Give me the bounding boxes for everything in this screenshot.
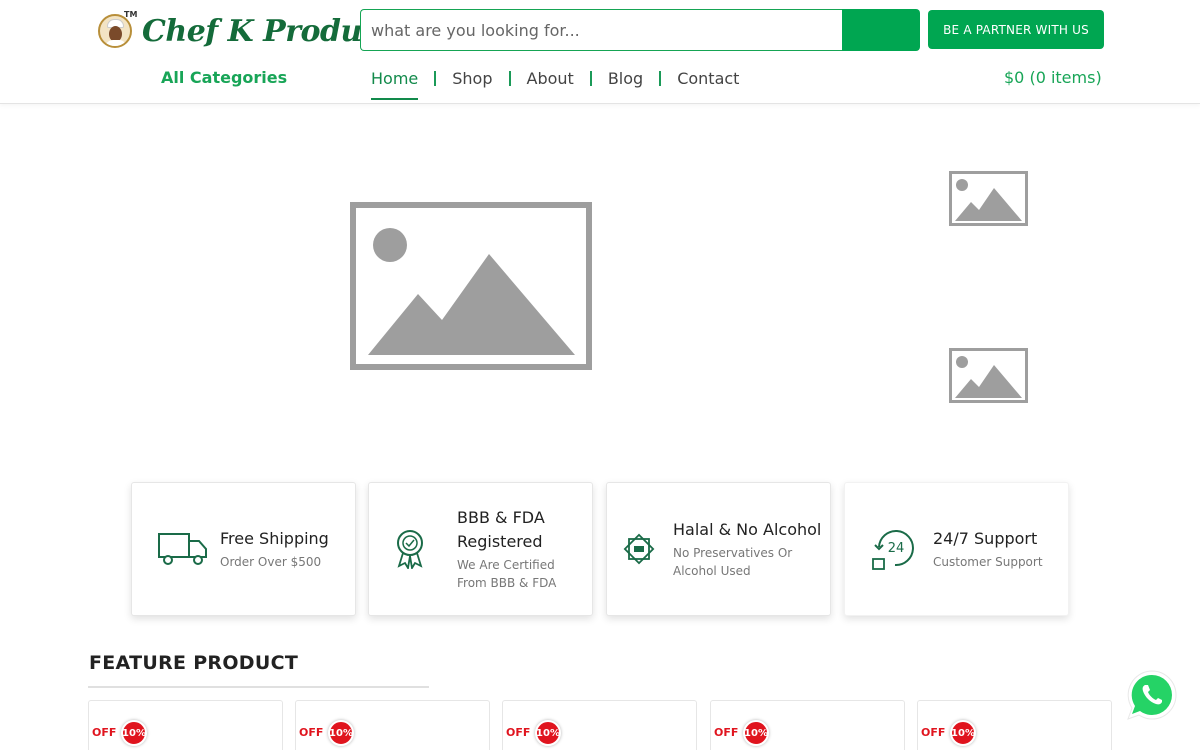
nav-divider	[659, 70, 662, 86]
nav-divider	[434, 70, 437, 86]
nav-home[interactable]: Home	[371, 69, 419, 100]
search-button[interactable]	[842, 9, 920, 51]
off-label: OFF	[921, 726, 946, 739]
site-header: TM Chef K Product BE A PARTNER WITH US A…	[0, 0, 1200, 104]
cart-summary[interactable]: $0 (0 items)	[1004, 68, 1102, 87]
feature-card-halal: Halal & No Alcohol No Preservatives Or A…	[606, 482, 831, 616]
whatsapp-chat-button[interactable]	[1125, 668, 1179, 722]
side-banner-image-top[interactable]	[949, 171, 1028, 226]
halal-badge-icon	[623, 533, 673, 565]
brand-logo[interactable]: TM Chef K Product	[98, 10, 393, 50]
feature-card-shipping: Free Shipping Order Over $500	[131, 482, 356, 616]
discount-badge: 10%	[743, 720, 769, 746]
section-title: FEATURE PRODUCT	[89, 652, 299, 674]
feature-subtitle: No Preservatives Or Alcohol Used	[673, 546, 793, 578]
nav-contact[interactable]: Contact	[677, 69, 739, 88]
whatsapp-icon	[1127, 670, 1177, 720]
nav-about[interactable]: About	[527, 69, 574, 88]
side-banner-image-bottom[interactable]	[949, 348, 1028, 403]
chef-mascot-icon	[98, 14, 132, 48]
feature-title: BBB & FDA Registered	[457, 508, 545, 551]
section-divider	[88, 686, 429, 688]
all-categories-link[interactable]: All Categories	[161, 68, 287, 87]
feature-subtitle: Customer Support	[933, 555, 1043, 569]
discount-badge: 10%	[328, 720, 354, 746]
discount-badge: 10%	[535, 720, 561, 746]
feature-card-support: 24 24/7 Support Customer Support	[844, 482, 1069, 616]
nav-divider	[508, 70, 511, 86]
certified-ribbon-icon	[395, 529, 445, 569]
svg-text:24: 24	[888, 541, 905, 556]
discount-badge: 10%	[121, 720, 147, 746]
feature-subtitle: Order Over $500	[220, 555, 322, 569]
image-placeholder-icon	[350, 202, 592, 370]
search-bar	[360, 9, 920, 51]
off-label: OFF	[299, 726, 324, 739]
feature-subtitle: We Are Certified From BBB & FDA	[457, 558, 557, 590]
off-label: OFF	[714, 726, 739, 739]
product-card[interactable]: OFF 10%	[917, 700, 1112, 750]
discount-badge: 10%	[950, 720, 976, 746]
off-label: OFF	[506, 726, 531, 739]
nav-blog[interactable]: Blog	[608, 69, 643, 88]
image-placeholder-icon	[949, 348, 1028, 403]
feature-card-certified: BBB & FDA Registered We Are Certified Fr…	[368, 482, 593, 616]
support-24-icon: 24	[871, 527, 921, 571]
off-label: OFF	[92, 726, 117, 739]
image-placeholder-icon	[949, 171, 1028, 226]
brand-name: Chef K Product	[142, 13, 393, 49]
search-input[interactable]	[360, 9, 842, 51]
product-card[interactable]: OFF 10%	[502, 700, 697, 750]
partner-button[interactable]: BE A PARTNER WITH US	[928, 10, 1104, 49]
delivery-truck-icon	[158, 531, 208, 567]
feature-title: Halal & No Alcohol	[673, 520, 822, 539]
nav-divider	[589, 70, 592, 86]
trademark-mark: TM	[124, 10, 138, 19]
feature-title: Free Shipping	[220, 529, 329, 548]
nav-shop[interactable]: Shop	[452, 69, 492, 88]
main-nav: Home Shop About Blog Contact	[371, 67, 739, 100]
product-card[interactable]: OFF 10%	[295, 700, 490, 750]
product-card[interactable]: OFF 10%	[88, 700, 283, 750]
hero-banner-image[interactable]	[350, 202, 592, 370]
feature-title: 24/7 Support	[933, 529, 1038, 548]
product-card[interactable]: OFF 10%	[710, 700, 905, 750]
